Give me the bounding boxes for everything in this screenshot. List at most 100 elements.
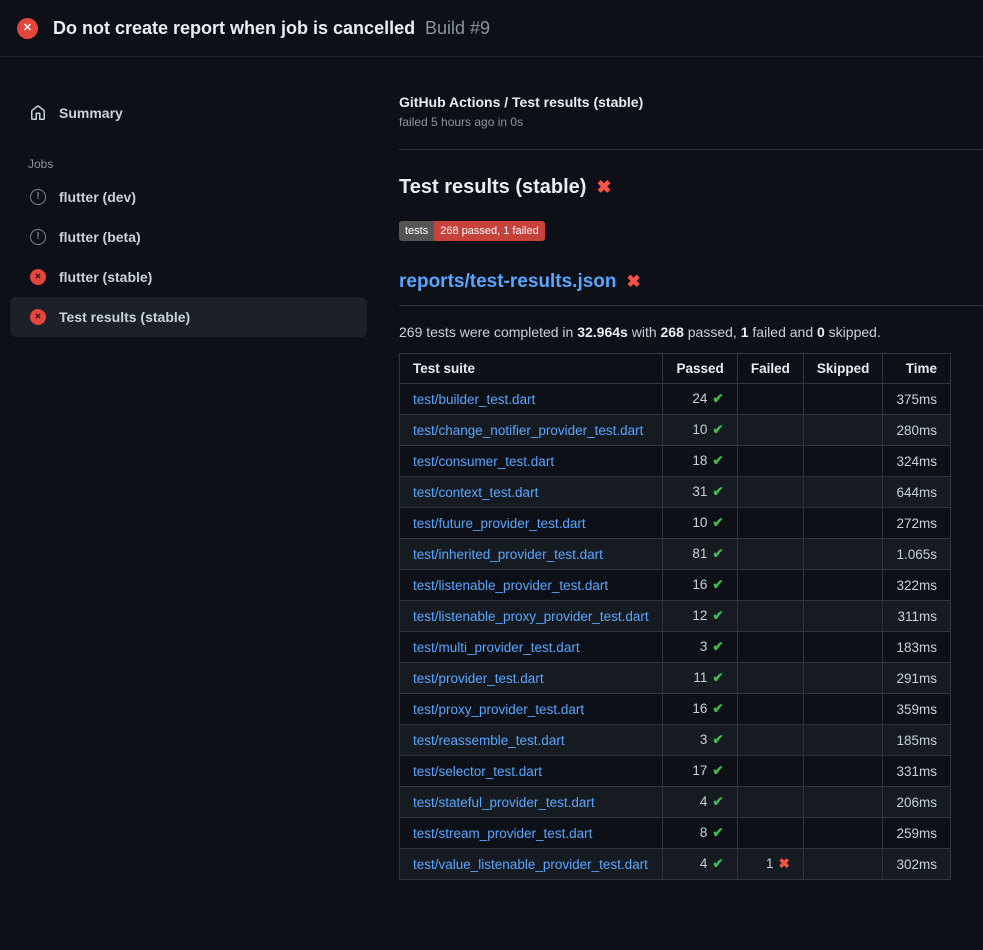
suite-cell: test/proxy_provider_test.dart bbox=[400, 694, 663, 725]
skipped-cell bbox=[803, 570, 883, 601]
skipped-cell bbox=[803, 849, 883, 880]
test-suite-link[interactable]: test/inherited_provider_test.dart bbox=[413, 547, 603, 562]
time-cell: 272ms bbox=[883, 508, 951, 539]
test-suite-link[interactable]: test/stream_provider_test.dart bbox=[413, 826, 592, 841]
build-header: ✕ Do not create report when job is cance… bbox=[0, 0, 983, 57]
failed-cell bbox=[737, 601, 803, 632]
test-suite-link[interactable]: test/multi_provider_test.dart bbox=[413, 640, 580, 655]
suite-cell: test/consumer_test.dart bbox=[400, 446, 663, 477]
skipped-cell bbox=[803, 508, 883, 539]
failed-cell bbox=[737, 539, 803, 570]
suite-cell: test/value_listenable_provider_test.dart bbox=[400, 849, 663, 880]
sidebar-item-flutter-dev[interactable]: !flutter (dev) bbox=[10, 177, 367, 217]
test-suite-link[interactable]: test/context_test.dart bbox=[413, 485, 538, 500]
results-table-body: test/builder_test.dart24✔375mstest/chang… bbox=[400, 384, 951, 880]
summary-text: 269 tests were completed in bbox=[399, 324, 577, 340]
test-suite-link[interactable]: test/provider_test.dart bbox=[413, 671, 544, 686]
table-row: test/stream_provider_test.dart8✔259ms bbox=[400, 818, 951, 849]
failed-cell bbox=[737, 818, 803, 849]
passed-cell: 16✔ bbox=[663, 694, 737, 725]
test-suite-link[interactable]: test/listenable_provider_test.dart bbox=[413, 578, 608, 593]
passed-cell: 3✔ bbox=[663, 632, 737, 663]
test-suite-link[interactable]: test/consumer_test.dart bbox=[413, 454, 554, 469]
skipped-cell bbox=[803, 694, 883, 725]
test-suite-link[interactable]: test/proxy_provider_test.dart bbox=[413, 702, 584, 717]
x-circle-icon: ✕ bbox=[30, 309, 46, 325]
check-icon: ✔ bbox=[712, 546, 723, 561]
suite-cell: test/provider_test.dart bbox=[400, 663, 663, 694]
column-header: Time bbox=[883, 354, 951, 384]
test-suite-link[interactable]: test/stateful_provider_test.dart bbox=[413, 795, 595, 810]
passed-cell: 10✔ bbox=[663, 415, 737, 446]
test-suite-link[interactable]: test/selector_test.dart bbox=[413, 764, 542, 779]
time-cell: 1.065s bbox=[883, 539, 951, 570]
failed-cell bbox=[737, 632, 803, 663]
check-icon: ✔ bbox=[712, 577, 723, 592]
passed-cell: 18✔ bbox=[663, 446, 737, 477]
passed-cell: 3✔ bbox=[663, 725, 737, 756]
test-suite-link[interactable]: test/future_provider_test.dart bbox=[413, 516, 586, 531]
summary-passed-count: 268 bbox=[661, 324, 684, 340]
build-number: Build #9 bbox=[425, 18, 490, 38]
test-suite-link[interactable]: test/listenable_proxy_provider_test.dart bbox=[413, 609, 649, 624]
check-icon: ✔ bbox=[712, 422, 723, 437]
check-icon: ✔ bbox=[712, 701, 723, 716]
skipped-cell bbox=[803, 632, 883, 663]
table-row: test/selector_test.dart17✔331ms bbox=[400, 756, 951, 787]
table-row: test/reassemble_test.dart3✔185ms bbox=[400, 725, 951, 756]
passed-cell: 11✔ bbox=[663, 663, 737, 694]
table-row: test/builder_test.dart24✔375ms bbox=[400, 384, 951, 415]
skipped-cell bbox=[803, 477, 883, 508]
breadcrumb: GitHub Actions / Test results (stable) bbox=[399, 94, 983, 110]
test-suite-link[interactable]: test/change_notifier_provider_test.dart bbox=[413, 423, 643, 438]
x-icon: ✖ bbox=[596, 177, 611, 198]
skipped-cell bbox=[803, 446, 883, 477]
page-layout: Summary Jobs !flutter (dev)!flutter (bet… bbox=[0, 57, 983, 880]
test-suite-link[interactable]: test/builder_test.dart bbox=[413, 392, 535, 407]
skipped-cell bbox=[803, 725, 883, 756]
passed-cell: 24✔ bbox=[663, 384, 737, 415]
time-cell: 259ms bbox=[883, 818, 951, 849]
check-icon: ✔ bbox=[712, 391, 723, 406]
skipped-cell bbox=[803, 818, 883, 849]
check-icon: ✔ bbox=[712, 794, 723, 809]
suite-cell: test/stateful_provider_test.dart bbox=[400, 787, 663, 818]
failed-cell bbox=[737, 477, 803, 508]
results-table-header-row: Test suitePassedFailedSkippedTime bbox=[400, 354, 951, 384]
passed-cell: 10✔ bbox=[663, 508, 737, 539]
summary-text: with bbox=[628, 324, 661, 340]
failed-cell: 1✖ bbox=[737, 849, 803, 880]
table-row: test/stateful_provider_test.dart4✔206ms bbox=[400, 787, 951, 818]
check-icon: ✔ bbox=[712, 732, 723, 747]
skipped-cell bbox=[803, 663, 883, 694]
skipped-cell bbox=[803, 787, 883, 818]
passed-cell: 4✔ bbox=[663, 787, 737, 818]
test-suite-link[interactable]: test/reassemble_test.dart bbox=[413, 733, 565, 748]
table-row: test/inherited_provider_test.dart81✔1.06… bbox=[400, 539, 951, 570]
sidebar-item-label: Test results (stable) bbox=[59, 309, 190, 325]
neutral-status-icon: ! bbox=[30, 229, 46, 245]
sidebar-item-flutter-beta[interactable]: !flutter (beta) bbox=[10, 217, 367, 257]
report-file-link[interactable]: reports/test-results.json bbox=[399, 271, 617, 293]
table-row: test/consumer_test.dart 18✔ 324ms bbox=[400, 446, 951, 477]
summary-text: passed, bbox=[684, 324, 741, 340]
suite-cell: test/change_notifier_provider_test.dart bbox=[400, 415, 663, 446]
failed-cell bbox=[737, 384, 803, 415]
badge-value: 268 passed, 1 failed bbox=[434, 221, 544, 241]
check-icon: ✔ bbox=[712, 484, 723, 499]
divider bbox=[399, 149, 983, 150]
build-failed-status-icon: ✕ bbox=[17, 18, 38, 39]
sidebar-item-summary[interactable]: Summary bbox=[10, 93, 367, 133]
jobs-list: !flutter (dev)!flutter (beta)✕flutter (s… bbox=[10, 177, 367, 337]
suite-cell: test/future_provider_test.dart bbox=[400, 508, 663, 539]
table-row: test/listenable_provider_test.dart16✔322… bbox=[400, 570, 951, 601]
test-suite-link[interactable]: test/value_listenable_provider_test.dart bbox=[413, 857, 648, 872]
skipped-cell bbox=[803, 384, 883, 415]
sidebar-item-test-results-stable[interactable]: ✕ Test results (stable) bbox=[10, 297, 367, 337]
summary-text: skipped. bbox=[825, 324, 881, 340]
summary-skipped-count: 0 bbox=[817, 324, 825, 340]
badge-label: tests bbox=[399, 221, 434, 241]
suite-cell: test/stream_provider_test.dart bbox=[400, 818, 663, 849]
sidebar-item-flutter-stable[interactable]: ✕flutter (stable) bbox=[10, 257, 367, 297]
time-cell: 324ms bbox=[883, 446, 951, 477]
